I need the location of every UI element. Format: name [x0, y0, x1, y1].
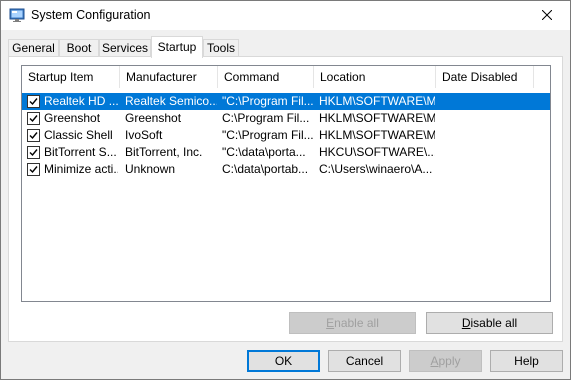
tab-startup[interactable]: Startup — [151, 36, 203, 58]
startup-tab-panel: Startup Item Manufacturer Command Locati… — [8, 56, 563, 342]
apply-button[interactable]: Apply — [409, 350, 482, 372]
cell-command: C:\Program Fil... — [222, 111, 310, 125]
cell-startup-item: BitTorrent S... — [44, 145, 117, 159]
cell-location: C:\Users\winaero\A... — [319, 162, 433, 176]
apply-label: pply — [438, 354, 461, 368]
cell-location: HKLM\SOFTWARE\M... — [319, 128, 435, 142]
row-checkbox[interactable] — [27, 163, 40, 176]
cancel-button[interactable]: Cancel — [328, 350, 401, 372]
cell-date-disabled — [441, 110, 533, 127]
close-icon — [541, 9, 553, 23]
help-button[interactable]: Help — [490, 350, 563, 372]
cell-manufacturer: Greenshot — [125, 111, 182, 125]
enable-all-mnemonic: E — [326, 316, 335, 330]
tab-services[interactable]: Services — [99, 39, 151, 57]
cell-date-disabled — [441, 93, 533, 110]
window-title: System Configuration — [31, 8, 151, 22]
tab-tools[interactable]: Tools — [203, 39, 239, 57]
title-bar[interactable]: System Configuration — [1, 1, 570, 30]
row-checkbox[interactable] — [27, 146, 40, 159]
cell-command: "C:\Program Fil... — [222, 94, 314, 108]
table-row[interactable]: Minimize acti... Unknown C:\data\portab.… — [22, 161, 550, 178]
apply-mnemonic: A — [430, 354, 439, 368]
enable-all-label: nable all — [334, 316, 379, 330]
row-checkbox[interactable] — [27, 112, 40, 125]
cell-startup-item: Realtek HD ... — [44, 94, 118, 108]
cell-command: "C:\data\porta... — [222, 145, 306, 159]
cell-command: C:\data\portab... — [222, 162, 309, 176]
cell-location: HKLM\SOFTWARE\M... — [319, 94, 435, 108]
cell-startup-item: Classic Shell — [44, 128, 113, 142]
cell-location: HKLM\SOFTWARE\M... — [319, 111, 435, 125]
cell-date-disabled — [441, 127, 533, 144]
disable-all-button[interactable]: Disable all — [426, 312, 553, 334]
cell-command: "C:\Program Fil... — [222, 128, 314, 142]
column-header-startup-item[interactable]: Startup Item — [22, 66, 120, 88]
list-header: Startup Item Manufacturer Command Locati… — [22, 66, 550, 88]
cell-manufacturer: IvoSoft — [125, 128, 163, 142]
tab-general[interactable]: General — [8, 39, 59, 57]
enable-all-button[interactable]: Enable all — [289, 312, 416, 334]
disable-all-label: isable all — [470, 316, 518, 330]
startup-items-list[interactable]: Startup Item Manufacturer Command Locati… — [21, 65, 551, 302]
cell-startup-item: Greenshot — [44, 111, 101, 125]
table-row[interactable]: BitTorrent S... BitTorrent, Inc. "C:\dat… — [22, 144, 550, 161]
row-checkbox[interactable] — [27, 95, 40, 108]
close-button[interactable] — [524, 1, 570, 30]
cell-location: HKCU\SOFTWARE\... — [319, 145, 435, 159]
column-header-manufacturer[interactable]: Manufacturer — [120, 66, 218, 88]
cell-manufacturer: Unknown — [125, 162, 176, 176]
cell-manufacturer: Realtek Semico... — [125, 94, 217, 108]
tab-boot[interactable]: Boot — [59, 39, 99, 57]
column-header-location[interactable]: Location — [314, 66, 436, 88]
cell-date-disabled — [441, 161, 533, 178]
table-row[interactable]: Classic Shell IvoSoft "C:\Program Fil...… — [22, 127, 550, 144]
cell-date-disabled — [441, 144, 533, 161]
row-checkbox[interactable] — [27, 129, 40, 142]
msconfig-icon — [9, 7, 25, 23]
column-header-command[interactable]: Command — [218, 66, 314, 88]
cell-manufacturer: BitTorrent, Inc. — [125, 145, 203, 159]
table-row[interactable]: Realtek HD ... Realtek Semico... "C:\Pro… — [22, 93, 550, 110]
ok-button[interactable]: OK — [247, 350, 320, 372]
table-row[interactable]: Greenshot Greenshot C:\Program Fil... HK… — [22, 110, 550, 127]
system-configuration-window: System Configuration General Boot Servic… — [0, 0, 571, 380]
column-header-date-disabled[interactable]: Date Disabled — [436, 66, 534, 88]
cell-startup-item: Minimize acti... — [44, 162, 118, 176]
